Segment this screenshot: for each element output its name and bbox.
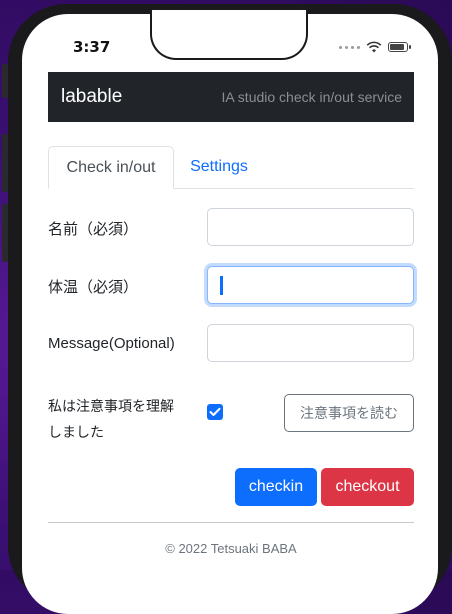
phone-notch (150, 10, 308, 60)
status-icons (339, 40, 411, 54)
wifi-icon (366, 41, 382, 53)
temperature-label: 体温（必須） (48, 279, 139, 296)
tab-settings[interactable]: Settings (190, 146, 248, 188)
tab-check-in-out[interactable]: Check in/out (48, 146, 174, 189)
footer-divider (48, 522, 414, 523)
check-icon (209, 407, 221, 416)
navbar-subtitle: IA studio check in/out service (221, 89, 402, 105)
message-input[interactable] (207, 324, 414, 362)
agree-label-line1: 私は注意事項を理解 (48, 398, 174, 414)
tab-bar: Check in/out Settings (48, 146, 414, 189)
agree-label-line2: しました (48, 424, 104, 440)
agree-label: 私は注意事項を理解 しました (48, 393, 174, 445)
footer-copyright: © 2022 Tetsuaki BABA (165, 541, 297, 556)
phone-volume-down-button (2, 204, 8, 262)
message-label: Message(Optional) (48, 335, 175, 352)
phone-silent-switch (2, 64, 8, 98)
checkout-button[interactable]: checkout (321, 468, 414, 506)
navbar: labable IA studio check in/out service (48, 72, 414, 122)
checkin-button[interactable]: checkin (235, 468, 317, 506)
text-caret (220, 276, 223, 295)
agree-checkbox[interactable] (207, 404, 223, 420)
signal-icon (339, 45, 360, 49)
navbar-brand[interactable]: labable (61, 86, 122, 108)
temperature-input[interactable] (207, 266, 414, 304)
phone-volume-up-button (2, 134, 8, 192)
read-notice-button[interactable]: 注意事項を読む (284, 394, 414, 432)
status-time: 3:37 (73, 38, 111, 56)
name-input[interactable] (207, 208, 414, 246)
name-label: 名前（必須） (48, 221, 139, 238)
battery-icon (388, 42, 411, 52)
